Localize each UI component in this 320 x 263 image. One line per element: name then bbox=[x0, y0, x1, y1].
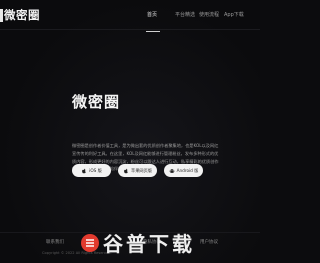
top-nav: 首页 平台精选 使用流程 App下载 bbox=[0, 11, 260, 32]
nav-item-home[interactable]: 首页 bbox=[147, 11, 157, 18]
ios-download-label: iOS 版 bbox=[89, 167, 102, 173]
watermark-logo-icon bbox=[81, 233, 99, 252]
watermark: 谷普下载 bbox=[80, 228, 195, 257]
nav-item-app-download[interactable]: App下载 bbox=[224, 11, 244, 18]
web-download-label: 苹果网页版 bbox=[131, 167, 152, 173]
web-download-button[interactable]: 苹果网页版 bbox=[118, 164, 157, 177]
nav-active-indicator bbox=[146, 31, 160, 32]
apple-icon bbox=[82, 168, 86, 173]
android-download-button[interactable]: Android 版 bbox=[164, 164, 203, 177]
android-icon bbox=[169, 168, 174, 173]
footer-terms-link[interactable]: 用户协议 bbox=[200, 239, 218, 245]
hero-title: 微密圈 bbox=[72, 93, 121, 111]
header: 微密圈 首页 平台精选 使用流程 App下载 bbox=[0, 0, 260, 32]
watermark-text: 谷普下载 bbox=[103, 232, 195, 256]
android-download-label: Android 版 bbox=[176, 167, 199, 173]
nav-item-process[interactable]: 使用流程 bbox=[199, 11, 219, 18]
nav-item-featured[interactable]: 平台精选 bbox=[175, 11, 195, 18]
apple-icon bbox=[124, 168, 128, 173]
ios-download-button[interactable]: iOS 版 bbox=[72, 164, 111, 177]
footer-contact-link[interactable]: 联系我们 bbox=[46, 239, 64, 245]
page: 微密圈 首页 平台精选 使用流程 App下载 微密圈 微密圈是创作者价值工具，是… bbox=[0, 0, 260, 263]
download-buttons: iOS 版 苹果网页版 Android 版 bbox=[72, 164, 203, 177]
